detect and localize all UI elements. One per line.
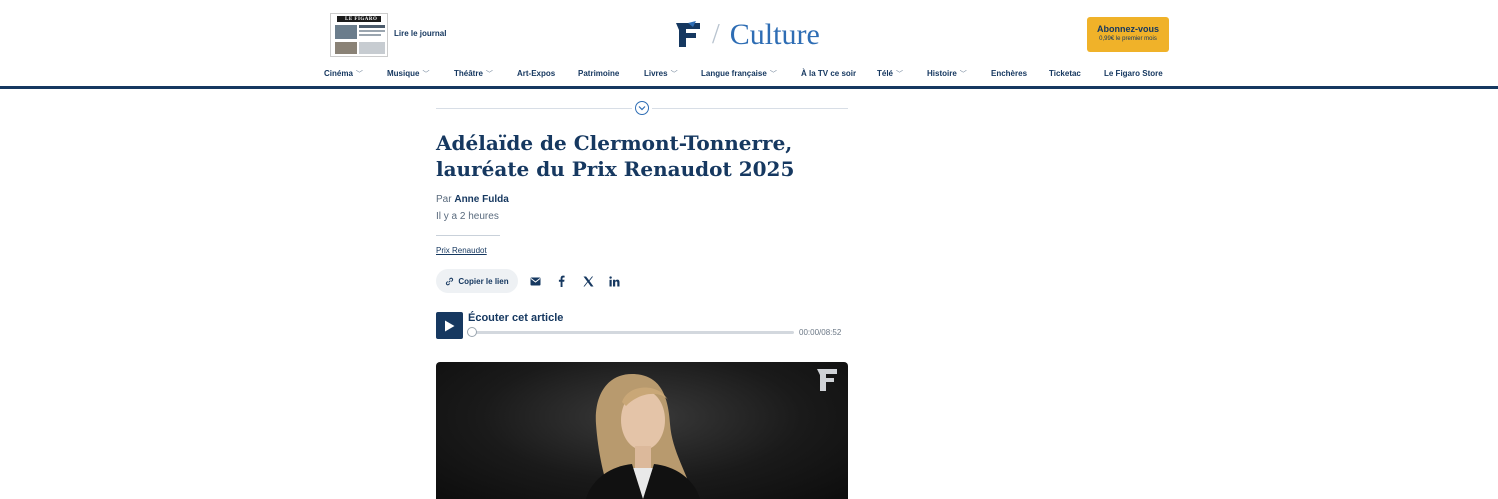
nav-item-livres[interactable]: Livres ﹀ xyxy=(644,69,678,79)
player-progress-track[interactable] xyxy=(472,331,794,334)
newspaper-thumbnail[interactable]: LE FIGARO xyxy=(330,13,388,57)
section-nav: Cinéma ﹀ Musique ﹀ Théâtre ﹀ Art-Expos Patr… xyxy=(0,66,1498,84)
nav-item-tele[interactable]: Télé ﹀ xyxy=(877,69,903,79)
link-icon xyxy=(446,277,454,285)
chevron-down-icon: ﹀ xyxy=(896,71,904,78)
nav-item-art-expos[interactable]: Art-Expos xyxy=(517,69,555,78)
nav-item-langue-francaise[interactable]: Langue française ﹀ xyxy=(701,69,777,79)
nav-item-musique[interactable]: Musique ﹀ xyxy=(387,69,429,79)
copy-link-label: Copier le lien xyxy=(458,276,509,286)
article-photo xyxy=(436,362,848,499)
section-title: Culture xyxy=(729,18,820,51)
le-figaro-logo-icon xyxy=(676,21,700,47)
byline: Par Anne Fulda xyxy=(436,194,509,205)
chevron-down-icon: ﹀ xyxy=(670,71,678,78)
logo-separator: / xyxy=(712,19,720,50)
nav-item-ticketac[interactable]: Ticketac xyxy=(1049,69,1081,78)
article-title: Adélaïde de Clermont-Tonnerre, lauréate … xyxy=(436,131,795,181)
chevron-down-icon: ﹀ xyxy=(485,71,493,78)
nav-item-patrimoine[interactable]: Patrimoine xyxy=(578,69,619,78)
read-journal-link[interactable]: Lire le journal xyxy=(394,29,446,38)
chevron-down-icon: ﹀ xyxy=(355,71,363,78)
linkedin-icon[interactable] xyxy=(607,274,621,288)
facebook-icon[interactable] xyxy=(554,274,568,288)
byline-separator xyxy=(436,235,500,236)
subscribe-sublabel: 0,99€ le premier mois xyxy=(1099,36,1157,42)
publish-time: Il y a 2 heures xyxy=(436,211,499,222)
subscribe-label: Abonnez-vous xyxy=(1097,24,1159,34)
topic-tag[interactable]: Prix Renaudot xyxy=(436,246,487,255)
portrait-illustration xyxy=(586,374,700,499)
subscribe-button[interactable]: Abonnez-vous 0,99€ le premier mois xyxy=(1087,17,1169,52)
player-progress-handle[interactable] xyxy=(467,327,477,337)
nav-item-encheres[interactable]: Enchères xyxy=(991,69,1027,78)
chevron-down-icon: ﹀ xyxy=(959,71,967,78)
divider-right xyxy=(652,108,848,109)
divider-left xyxy=(436,108,632,109)
site-logo[interactable]: / Culture xyxy=(674,18,820,51)
author-link[interactable]: Anne Fulda xyxy=(454,194,508,205)
newspaper-masthead: LE FIGARO xyxy=(337,16,381,22)
x-icon[interactable] xyxy=(581,274,595,288)
nav-item-histoire[interactable]: Histoire ﹀ xyxy=(927,69,967,79)
nav-underline xyxy=(0,86,1498,89)
chevron-down-icon: ﹀ xyxy=(769,71,777,78)
nav-item-theatre[interactable]: Théâtre ﹀ xyxy=(454,69,493,79)
player-time: 00:00/08:52 xyxy=(799,328,842,337)
nav-item-cinema[interactable]: Cinéma ﹀ xyxy=(324,69,363,79)
nav-item-tv-ce-soir[interactable]: À la TV ce soir xyxy=(801,69,856,78)
play-button[interactable] xyxy=(436,312,463,339)
nav-item-figaro-store[interactable]: Le Figaro Store xyxy=(1104,69,1163,78)
player-title: Écouter cet article xyxy=(468,312,564,324)
le-figaro-watermark-icon xyxy=(817,369,837,391)
byline-prefix: Par xyxy=(436,194,452,205)
email-icon[interactable] xyxy=(528,274,542,288)
chevron-down-icon: ﹀ xyxy=(422,71,430,78)
copy-link-button[interactable]: Copier le lien xyxy=(436,269,518,293)
play-icon xyxy=(445,320,455,331)
expand-chevron-icon[interactable] xyxy=(635,101,649,115)
